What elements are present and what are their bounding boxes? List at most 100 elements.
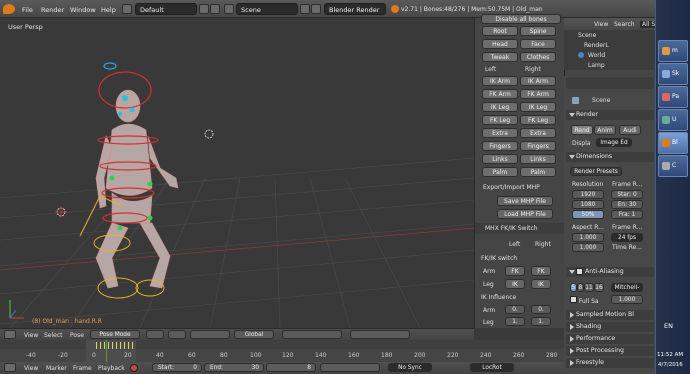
3d-viewport[interactable]: User Persp (8) Old_man : hand.R.R — [0, 18, 474, 328]
load-mhp-button[interactable]: Load MHP File — [497, 209, 553, 219]
mode-selector[interactable]: Pose Mode — [90, 330, 140, 339]
aspect-x-field[interactable]: 1.000 — [572, 233, 604, 242]
3d-pose-menu[interactable]: Pose — [70, 332, 84, 339]
timeline-playback-menu[interactable]: Playback — [98, 365, 125, 372]
scene-icon[interactable] — [224, 4, 234, 14]
timeline-view-menu[interactable]: View — [24, 365, 38, 372]
layout-add-button[interactable] — [199, 4, 209, 14]
3d-select-menu[interactable]: Select — [44, 332, 63, 339]
left-fingers-button[interactable]: Fingers — [482, 141, 518, 151]
taskbar-app-2[interactable]: Sk — [658, 63, 688, 85]
disable-all-bones-button[interactable]: Disable all bones — [481, 14, 561, 24]
save-mhp-button[interactable]: Save MHP File — [497, 196, 553, 206]
timeline[interactable]: -40 -20 0 20 40 60 80 100 120 140 160 18… — [0, 340, 564, 362]
right-leg-ik-button[interactable]: IK — [531, 279, 551, 289]
resolution-x-field[interactable]: 1920 — [572, 190, 604, 199]
timeline-frame-menu[interactable]: Frame — [73, 365, 92, 372]
layer-head-button[interactable]: Head — [482, 39, 518, 49]
aa-filter-selector[interactable]: Mitchell- — [611, 283, 643, 292]
right-fk-leg-button[interactable]: FK Leg — [520, 115, 556, 125]
timeline-marker-menu[interactable]: Marker — [46, 365, 67, 372]
shading-selector[interactable] — [146, 330, 164, 339]
display-selector[interactable]: Image Ed — [596, 138, 632, 147]
layer-spine-button[interactable]: Spine — [520, 26, 556, 36]
outliner-item-lamp[interactable]: Lamp — [588, 62, 605, 69]
scene-selector[interactable]: Scene — [236, 3, 298, 15]
clock-time[interactable]: 11:52 AM — [657, 352, 683, 358]
blender-icon[interactable] — [3, 4, 15, 14]
full-sample-checkbox[interactable]: Full Sa — [570, 296, 599, 305]
right-fk-arm-button[interactable]: FK Arm — [520, 89, 556, 99]
outliner-item-scene[interactable]: Scene — [578, 32, 596, 39]
current-frame-indicator[interactable] — [106, 340, 107, 362]
3d-view-menu[interactable]: View — [24, 332, 38, 339]
filter-size-field[interactable]: 1.000 — [611, 295, 643, 304]
right-ik-leg-button[interactable]: IK Leg — [520, 102, 556, 112]
properties-tabs[interactable] — [566, 77, 654, 89]
editor-type-icon[interactable] — [4, 330, 16, 339]
right-arm-influence-field[interactable]: 0. — [531, 305, 551, 314]
pivot-selector[interactable] — [168, 330, 186, 339]
outliner-item-world[interactable]: World — [588, 52, 605, 59]
animation-button[interactable]: Anim — [594, 125, 616, 135]
taskbar-app-1[interactable]: m — [658, 40, 688, 62]
right-extra-button[interactable]: Extra — [520, 128, 556, 138]
aa-samples-5[interactable]: 5 — [570, 283, 577, 292]
frame-step-field[interactable]: Fra: 1 — [611, 210, 643, 219]
left-leg-ik-button[interactable]: IK — [505, 279, 525, 289]
end-frame-field[interactable]: End: 30 — [204, 363, 264, 372]
frame-end-field[interactable]: En: 30 — [611, 200, 643, 209]
render-button[interactable]: Rend — [571, 125, 593, 135]
aa-samples-11[interactable]: 11 — [584, 283, 594, 292]
left-extra-button[interactable]: Extra — [482, 128, 518, 138]
right-arm-fk-button[interactable]: FK — [531, 266, 551, 276]
aa-samples-16[interactable]: 16 — [594, 283, 604, 292]
anti-aliasing-panel-header[interactable]: Anti-Aliasing — [566, 267, 654, 277]
render-panel-header[interactable]: Render — [566, 110, 654, 120]
left-palm-button[interactable]: Palm — [482, 167, 518, 177]
aspect-y-field[interactable]: 1.000 — [572, 243, 604, 252]
resolution-y-field[interactable]: 1080 — [572, 200, 604, 209]
clock-date[interactable]: 4/7/2016 — [658, 362, 683, 368]
full-sample-check-icon[interactable] — [570, 296, 577, 303]
right-ik-arm-button[interactable]: IK Arm — [520, 76, 556, 86]
timeline-editor-icon[interactable] — [4, 363, 16, 372]
left-ik-leg-button[interactable]: IK Leg — [482, 102, 518, 112]
outliner-search-menu[interactable]: Search — [614, 21, 635, 28]
left-links-button[interactable]: Links — [482, 154, 518, 164]
shading-header[interactable]: Shading — [566, 322, 654, 332]
layer-clothes-button[interactable]: Clothes — [520, 52, 556, 62]
scene-remove-button[interactable] — [311, 4, 321, 14]
layout-selector[interactable]: Default — [135, 3, 197, 15]
language-indicator[interactable]: EN — [664, 322, 673, 330]
outliner-view-menu[interactable]: View — [594, 21, 608, 28]
layer-tweak-button[interactable]: Tweak — [482, 52, 518, 62]
taskbar-app-6[interactable]: C — [658, 155, 688, 177]
menu-window[interactable]: Window — [70, 6, 96, 14]
left-arm-influence-field[interactable]: 0. — [505, 305, 525, 314]
keying-set-selector[interactable]: LocRot — [470, 363, 514, 372]
audio-button[interactable]: Audi — [619, 125, 641, 135]
render-engine-selector[interactable]: Blender Render — [324, 3, 386, 15]
render-presets-selector[interactable]: Render Presets — [570, 167, 622, 176]
left-ik-arm-button[interactable]: IK Arm — [482, 76, 518, 86]
start-frame-field[interactable]: Start: 0 — [152, 363, 202, 372]
layer-face-button[interactable]: Face — [520, 39, 556, 49]
frame-start-field[interactable]: Star: 0 — [611, 190, 643, 199]
performance-header[interactable]: Performance — [566, 334, 654, 344]
left-leg-influence-field[interactable]: 1. — [505, 317, 525, 326]
anti-aliasing-checkbox[interactable] — [576, 267, 583, 275]
menu-file[interactable]: File — [22, 6, 33, 14]
playback-controls[interactable] — [320, 363, 380, 372]
right-palm-button[interactable]: Palm — [520, 167, 556, 177]
manipulator-toggle[interactable] — [190, 330, 230, 339]
menu-help[interactable]: Help — [101, 6, 116, 14]
layers-grid[interactable] — [282, 330, 342, 339]
outliner-item-renderlayers[interactable]: RenderL — [584, 42, 609, 49]
layout-remove-button[interactable] — [210, 4, 220, 14]
layer-root-button[interactable]: Root — [482, 26, 518, 36]
outliner-tree[interactable]: Scene RenderL World Lamp — [564, 30, 655, 70]
post-processing-header[interactable]: Post Processing — [566, 346, 654, 356]
orientation-selector[interactable]: Global — [234, 330, 274, 339]
sync-selector[interactable]: No Sync — [388, 363, 432, 372]
